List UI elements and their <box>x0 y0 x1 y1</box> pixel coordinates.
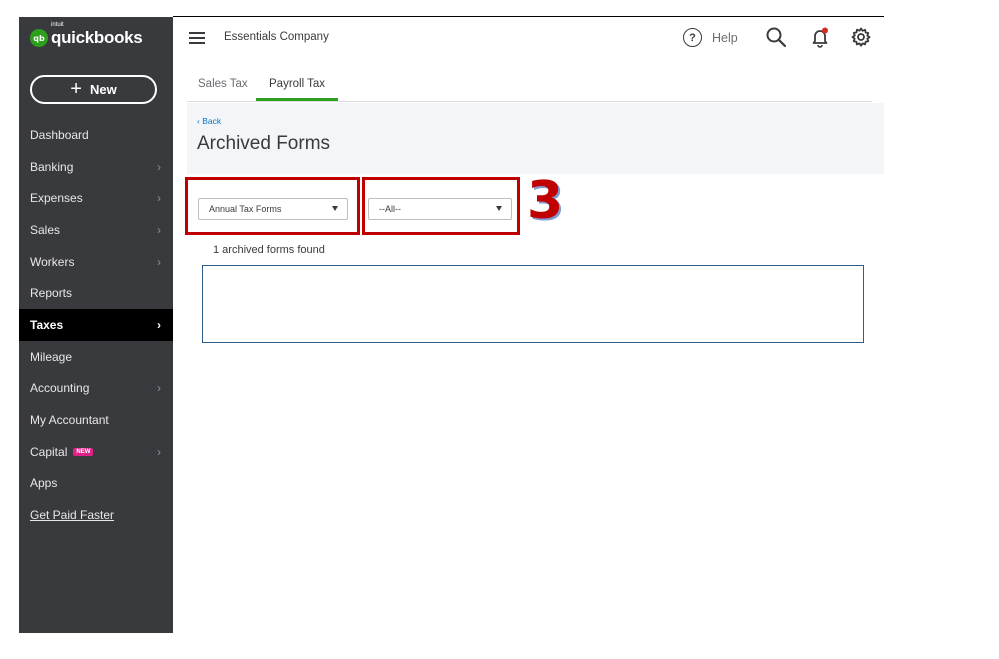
chevron-right-icon: › <box>157 381 161 396</box>
plus-icon: + <box>70 77 82 100</box>
search-icon[interactable] <box>765 26 787 48</box>
help-button[interactable]: ? Help <box>683 28 738 47</box>
back-link[interactable]: ‹ Back <box>197 116 221 126</box>
caret-down-icon <box>496 206 502 211</box>
page-header: ‹ Back Archived Forms <box>187 103 884 174</box>
back-label: Back <box>202 116 222 126</box>
gear-icon[interactable] <box>850 26 872 48</box>
sidebar-item-label: Capital <box>30 444 68 459</box>
sidebar-item-label: My Accountant <box>30 413 109 428</box>
sidebar-item-label: Accounting <box>30 381 90 396</box>
sidebar-item-label: Taxes <box>30 317 64 332</box>
chevron-right-icon: › <box>157 254 161 269</box>
chevron-right-icon: › <box>157 222 161 237</box>
top-bar: Essentials Company ? Help <box>173 17 884 59</box>
sidebar-item-capital[interactable]: Capital NEW › <box>19 436 173 468</box>
sidebar-nav: Dashboard Banking › Expenses › Sales › W… <box>19 119 173 531</box>
period-selected: --All-- <box>379 204 401 214</box>
sidebar: qb intuit quickbooks + New Dashboard Ban… <box>19 17 173 633</box>
company-name: Essentials Company <box>224 31 329 43</box>
sidebar-item-label: Banking <box>30 159 74 174</box>
new-badge: NEW <box>73 447 94 456</box>
sidebar-item-label: Sales <box>30 222 61 237</box>
chevron-right-icon: › <box>157 159 161 174</box>
sidebar-item-label: Get Paid Faster <box>30 508 115 523</box>
sidebar-item-workers[interactable]: Workers › <box>19 246 173 278</box>
hamburger-menu-icon[interactable] <box>189 32 205 44</box>
tab-payroll-tax[interactable]: Payroll Tax <box>256 78 339 101</box>
question-circle-icon: ? <box>683 28 702 47</box>
sidebar-item-banking[interactable]: Banking › <box>19 151 173 183</box>
sidebar-item-label: Expenses <box>30 191 83 206</box>
qb-logo-icon: qb <box>30 29 48 47</box>
quickbooks-logo[interactable]: qb intuit quickbooks <box>30 22 143 49</box>
sidebar-item-label: Reports <box>30 286 73 301</box>
help-label: Help <box>712 30 738 45</box>
chevron-left-icon: ‹ <box>197 116 200 126</box>
caret-down-icon <box>332 206 338 211</box>
results-count: 1 archived forms found <box>213 244 325 256</box>
sidebar-item-mileage[interactable]: Mileage <box>19 341 173 373</box>
sidebar-item-sales[interactable]: Sales › <box>19 214 173 246</box>
sidebar-item-reports[interactable]: Reports <box>19 277 173 309</box>
new-button-label: New <box>89 82 117 97</box>
sidebar-item-dashboard[interactable]: Dashboard <box>19 119 173 151</box>
sidebar-item-label: Dashboard <box>30 127 89 142</box>
page-title: Archived Forms <box>197 133 331 154</box>
period-select[interactable]: --All-- <box>368 198 512 220</box>
sidebar-item-taxes[interactable]: Taxes › <box>19 309 173 341</box>
sidebar-item-label: Workers <box>30 254 75 269</box>
sidebar-item-get-paid-faster[interactable]: Get Paid Faster <box>19 499 173 531</box>
step-number-annotation: 3 <box>527 171 564 231</box>
chevron-right-icon: › <box>157 444 161 459</box>
quickbooks-wordmark: quickbooks <box>51 28 143 47</box>
form-type-selected: Annual Tax Forms <box>209 204 282 214</box>
bell-notification-icon[interactable] <box>809 26 831 48</box>
sidebar-item-accounting[interactable]: Accounting › <box>19 373 173 405</box>
sidebar-item-apps[interactable]: Apps <box>19 468 173 500</box>
tab-sales-tax[interactable]: Sales Tax <box>198 78 248 98</box>
intuit-label: intuit <box>51 22 64 28</box>
sidebar-item-label: Apps <box>30 476 58 491</box>
sidebar-item-label: Mileage <box>30 349 73 364</box>
form-type-select[interactable]: Annual Tax Forms <box>198 198 348 220</box>
sidebar-item-expenses[interactable]: Expenses › <box>19 182 173 214</box>
archived-forms-table <box>202 265 864 343</box>
chevron-right-icon: › <box>157 317 161 332</box>
tax-tabs: Sales Tax Payroll Tax <box>187 72 872 102</box>
chevron-right-icon: › <box>157 191 161 206</box>
sidebar-item-my-accountant[interactable]: My Accountant <box>19 404 173 436</box>
new-button[interactable]: + New <box>30 75 157 104</box>
